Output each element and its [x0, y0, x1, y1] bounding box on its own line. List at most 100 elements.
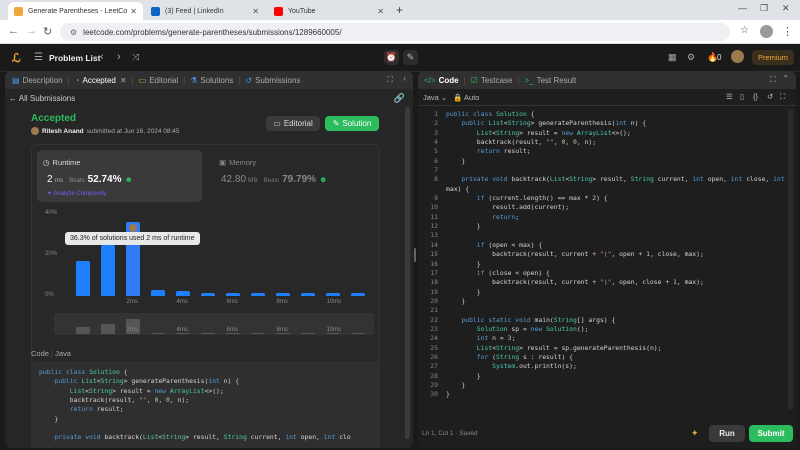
- code-line[interactable]: }: [446, 260, 786, 269]
- code-line[interactable]: backtrack(result, current + "(", open + …: [446, 250, 786, 259]
- code-line[interactable]: for (String s : result) {: [446, 353, 786, 362]
- bookmark-icon[interactable]: ▯: [740, 92, 744, 101]
- tab-test-result[interactable]: >_ Test Result: [519, 76, 581, 85]
- prev-problem-icon[interactable]: ‹: [100, 51, 104, 63]
- shuffle-icon[interactable]: ⤨: [132, 52, 139, 63]
- code-line[interactable]: List<String> result = new ArrayList<>();: [446, 129, 786, 138]
- profile-avatar[interactable]: [760, 25, 773, 38]
- chart-bar[interactable]: [275, 292, 290, 296]
- notes-icon[interactable]: ✎: [403, 50, 418, 65]
- code-line[interactable]: if (current.length() == max * 2) {: [446, 194, 786, 203]
- chart-bar[interactable]: [225, 292, 240, 296]
- url-field[interactable]: ⚙ leetcode.com/problems/generate-parenth…: [60, 23, 730, 41]
- all-submissions-link[interactable]: ← All Submissions: [9, 94, 75, 103]
- close-tab-icon[interactable]: ✕: [120, 76, 127, 85]
- bookmark-star-icon[interactable]: ☆: [740, 25, 749, 36]
- code-line[interactable]: result.add(current);: [446, 203, 786, 212]
- code-line[interactable]: }: [446, 372, 786, 381]
- layout-icon[interactable]: ▦: [668, 52, 677, 63]
- editor-scrollbar[interactable]: [788, 109, 793, 409]
- problem-list-link[interactable]: Problem List: [49, 53, 100, 63]
- code-line[interactable]: public List<String> generateParenthesis(…: [446, 119, 786, 128]
- runtime-box[interactable]: ◷ Runtime 2 ms Beats 52.74% ☻ ✦ Analyze C…: [37, 150, 202, 202]
- browser-tab-leetcode[interactable]: Generate Parentheses - LeetCo ✕: [8, 2, 143, 20]
- code-line[interactable]: [446, 306, 786, 315]
- code-line[interactable]: [446, 166, 786, 175]
- close-tab-icon[interactable]: ✕: [252, 7, 259, 16]
- chart-bar[interactable]: [75, 261, 90, 296]
- memory-box[interactable]: ▣ Memory 42.80 MB Beats 79.79% ☻: [215, 150, 375, 202]
- code-line[interactable]: List<String> result = sp.generateParenth…: [446, 344, 786, 353]
- code-line[interactable]: [446, 231, 786, 240]
- close-window-icon[interactable]: ✕: [782, 3, 790, 14]
- site-info-icon[interactable]: ⚙: [70, 28, 77, 37]
- forward-icon[interactable]: →: [26, 25, 37, 37]
- editorial-button[interactable]: ▭ Editorial: [266, 116, 320, 131]
- code-line[interactable]: }: [446, 157, 786, 166]
- chart-range-selector[interactable]: 2ms 4ms 6ms 8ms 10ms: [54, 313, 374, 335]
- close-tab-icon[interactable]: ✕: [377, 7, 384, 16]
- run-button[interactable]: Run: [709, 425, 745, 442]
- close-tab-icon[interactable]: ✕: [130, 7, 137, 16]
- tab-submissions[interactable]: ↺ Submissions: [240, 76, 305, 85]
- code-line[interactable]: System.out.println(s);: [446, 362, 786, 371]
- chart-bar[interactable]: [250, 292, 265, 296]
- panel-resize-handle[interactable]: [414, 248, 416, 262]
- code-line[interactable]: backtrack(result, current + ")", open, c…: [446, 278, 786, 287]
- fullscreen-icon[interactable]: ⛶: [780, 92, 785, 102]
- code-line[interactable]: backtrack(result, "", 0, 0, n);: [446, 138, 786, 147]
- code-line[interactable]: }: [446, 381, 786, 390]
- chart-bar[interactable]: [325, 292, 340, 296]
- reset-icon[interactable]: ↺: [767, 92, 773, 101]
- code-line[interactable]: }: [446, 222, 786, 231]
- analyze-complexity-link[interactable]: ✦ Analyze Complexity: [47, 190, 106, 197]
- leetcode-logo-icon[interactable]: ℒ: [12, 51, 22, 65]
- expand-icon[interactable]: ⛶: [387, 75, 393, 85]
- collapse-icon[interactable]: ⌃: [782, 74, 789, 83]
- new-tab-icon[interactable]: +: [396, 3, 403, 17]
- format-icon[interactable]: ☰: [726, 92, 733, 101]
- reload-icon[interactable]: ↻: [43, 25, 52, 38]
- timer-icon[interactable]: ⏰: [384, 50, 399, 65]
- collapse-icon[interactable]: ‹: [403, 74, 406, 83]
- code-line[interactable]: return;: [446, 213, 786, 222]
- back-icon[interactable]: ←: [8, 25, 19, 37]
- auto-mode[interactable]: 🔒 Auto: [453, 93, 479, 102]
- minimize-icon[interactable]: —: [738, 3, 747, 13]
- list-icon[interactable]: ☰: [34, 52, 43, 63]
- tab-testcase[interactable]: ☑ Testcase: [466, 76, 518, 85]
- tab-description[interactable]: ▤ Description: [5, 76, 68, 85]
- code-line[interactable]: }: [446, 390, 786, 399]
- chart-bar[interactable]: [300, 292, 315, 296]
- next-problem-icon[interactable]: ›: [117, 51, 121, 63]
- browser-menu-icon[interactable]: ⋮: [782, 25, 793, 38]
- code-line[interactable]: if (close < open) {: [446, 269, 786, 278]
- expand-icon[interactable]: ⛶: [770, 75, 776, 85]
- settings-icon[interactable]: ⚙: [687, 52, 695, 63]
- tab-solutions[interactable]: ⚗ Solutions: [185, 76, 238, 85]
- username[interactable]: Ritesh Anand: [42, 128, 84, 135]
- braces-icon[interactable]: {}: [753, 92, 758, 101]
- language-select[interactable]: Java ⌄: [423, 93, 447, 102]
- chart-bar[interactable]: [175, 290, 190, 296]
- code-editor[interactable]: public class Solution { public List<Stri…: [446, 110, 786, 400]
- solution-button[interactable]: ✎ Solution: [325, 116, 379, 131]
- code-line[interactable]: int n = 3;: [446, 334, 786, 343]
- code-line[interactable]: return result;: [446, 147, 786, 156]
- left-scrollbar[interactable]: [405, 107, 410, 439]
- browser-tab-linkedin[interactable]: (3) Feed | LinkedIn ✕: [145, 2, 265, 20]
- link-icon[interactable]: 🔗: [394, 93, 405, 104]
- code-line[interactable]: public class Solution {: [446, 110, 786, 119]
- code-line[interactable]: }: [446, 297, 786, 306]
- ai-assist-icon[interactable]: ✦: [691, 428, 699, 439]
- chart-bar[interactable]: [100, 244, 115, 296]
- premium-button[interactable]: Premium: [752, 50, 794, 65]
- code-line[interactable]: private void backtrack(List<String> resu…: [446, 175, 786, 194]
- tab-code[interactable]: </> Code: [418, 76, 464, 85]
- maximize-icon[interactable]: ❐: [760, 3, 768, 14]
- submit-button[interactable]: Submit: [749, 425, 793, 442]
- code-line[interactable]: }: [446, 288, 786, 297]
- chart-bar[interactable]: [350, 292, 365, 296]
- tab-editorial[interactable]: ▭ Editorial: [134, 76, 183, 85]
- chart-bar[interactable]: [150, 289, 165, 296]
